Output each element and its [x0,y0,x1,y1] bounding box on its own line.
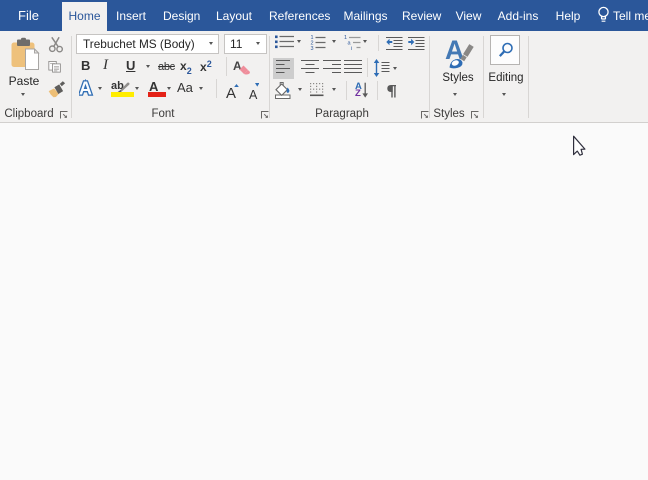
svg-text:A: A [233,59,242,73]
svg-text:i: i [351,46,352,50]
svg-text:3: 3 [311,46,314,50]
svg-text:A: A [79,79,92,96]
